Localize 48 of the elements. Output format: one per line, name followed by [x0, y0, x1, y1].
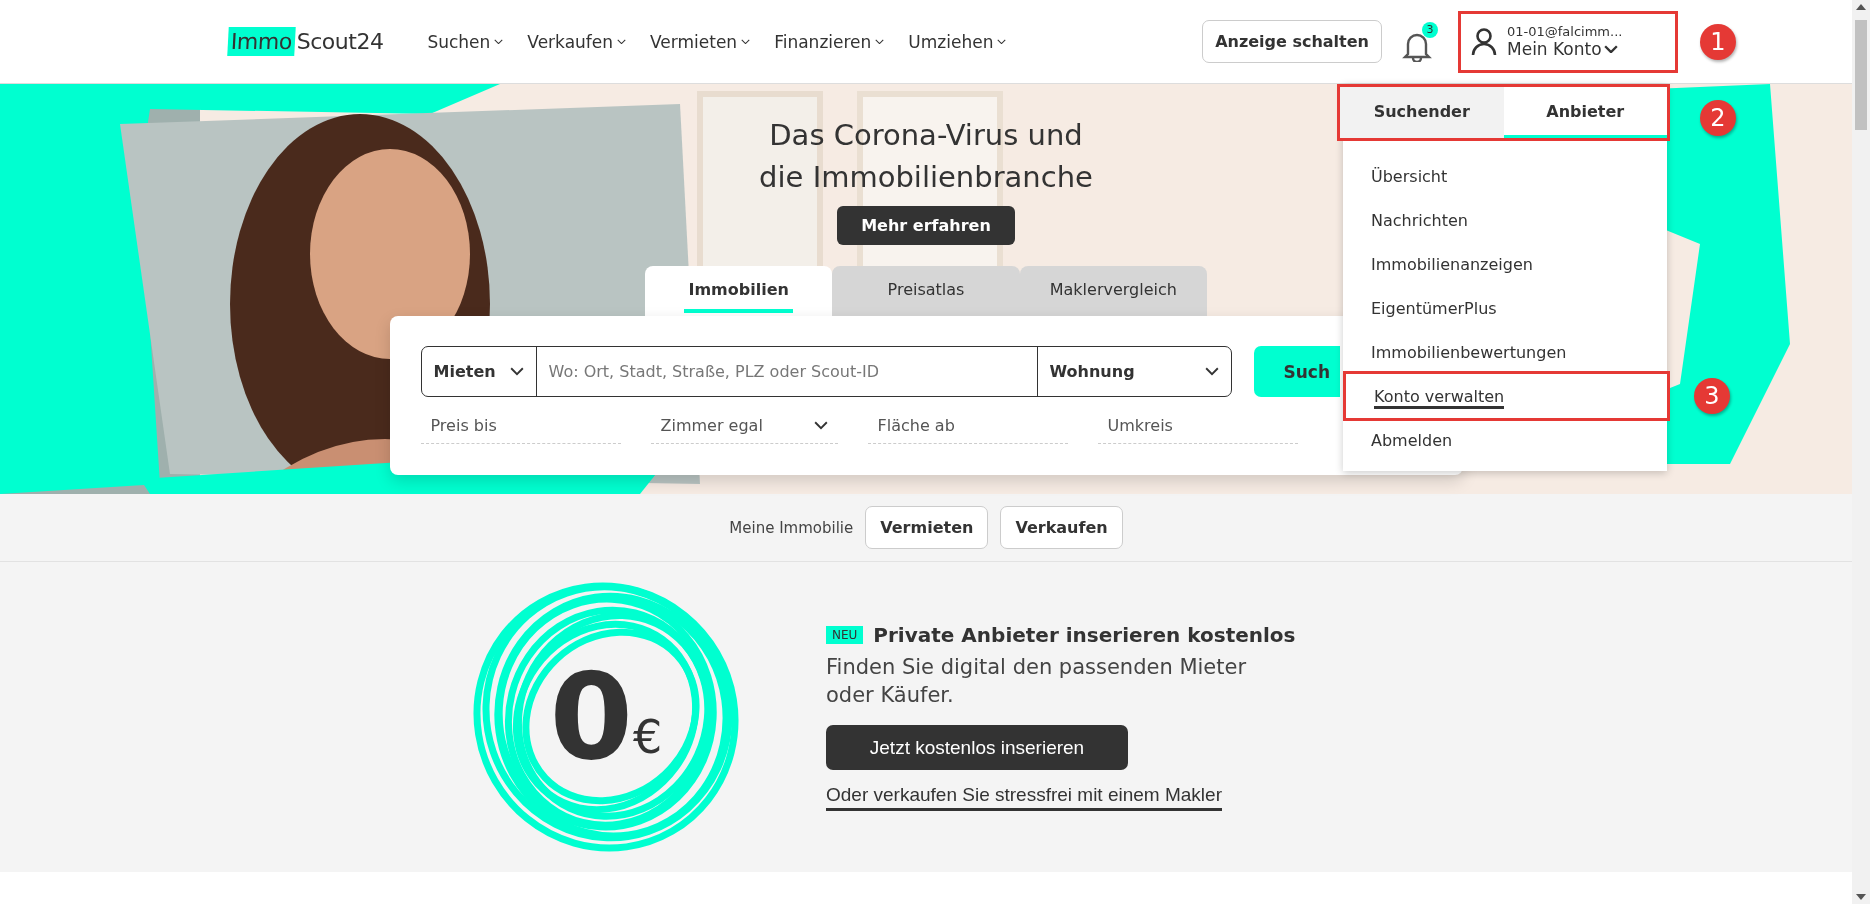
scrollbar-thumb[interactable] [1855, 20, 1867, 130]
nav-link[interactable]: Suchen [427, 31, 504, 52]
menu-item[interactable]: Konto verwalten [1346, 374, 1667, 418]
search-tab[interactable]: Preisatlas [832, 266, 1020, 316]
menu-item[interactable]: Abmelden [1343, 418, 1667, 462]
chevron-down-icon [1603, 44, 1618, 54]
menu-item[interactable]: Nachrichten [1343, 198, 1667, 242]
chevron-down-icon [813, 421, 828, 430]
menu-item[interactable]: EigentümerPlus [1343, 286, 1667, 330]
hero-title: Das Corona-Virus und die Immobilienbranche [759, 117, 1093, 196]
nav-link[interactable]: Umziehen [908, 31, 1007, 52]
menu-item[interactable]: Immobilienanzeigen [1343, 242, 1667, 286]
search-tab[interactable]: Immobilien [645, 266, 833, 316]
nav-link[interactable]: Finanzieren [774, 31, 885, 52]
chevron-down-icon [997, 38, 1007, 45]
chevron-down-icon [617, 38, 627, 45]
rooms-select[interactable]: Zimmer egal [650, 408, 838, 444]
search-button[interactable]: Such [1253, 346, 1340, 397]
menu-tab[interactable]: Suchender [1340, 87, 1504, 138]
menu-item[interactable]: Übersicht [1343, 154, 1667, 198]
scroll-down-icon[interactable] [1856, 894, 1866, 900]
logo[interactable]: Immo Scout24 [228, 27, 384, 56]
chevron-down-icon [509, 367, 524, 376]
chevron-down-icon [875, 38, 885, 45]
menu-item[interactable]: Immobilienbewertungen [1343, 330, 1667, 374]
promo-title: Private Anbieter inserieren kostenlos [873, 623, 1296, 647]
promo-text: Finden Sie digital den passenden Mieter oder Käufer. [826, 654, 1248, 709]
property-button[interactable]: Vermieten [865, 506, 989, 549]
user-icon [1471, 27, 1497, 56]
currency-sign: € [633, 710, 663, 764]
nav-link[interactable]: Verkaufen [527, 31, 627, 52]
scroll-up-icon[interactable] [1856, 4, 1866, 10]
property-button[interactable]: Verkaufen [1000, 506, 1123, 549]
chevron-down-icon [494, 38, 504, 45]
post-ad-button[interactable]: Anzeige schalten [1202, 20, 1382, 63]
notification-badge: 3 [1422, 21, 1438, 38]
nav-link[interactable]: Vermieten [650, 31, 751, 52]
search-field[interactable]: Mieten Wo: Ort, Stadt, Straße, PLZ oder Scout-ID Wohnung [420, 346, 1232, 397]
agent-link[interactable]: Oder verkaufen Sie stressfrei mit einem Makler [826, 784, 1222, 811]
menu-tab[interactable]: Anbieter [1503, 87, 1667, 138]
my-property-label: Meine Immobilie [729, 518, 854, 537]
search-tab[interactable]: Maklervergleich [1019, 266, 1207, 316]
learn-more-button[interactable]: Mehr erfahren [837, 206, 1015, 245]
new-badge: NEU [826, 626, 864, 644]
chevron-down-icon [1204, 367, 1219, 376]
list-free-button[interactable]: Jetzt kostenlos inserieren [826, 725, 1128, 770]
chevron-down-icon [741, 38, 751, 45]
price-amount: 0 [549, 657, 634, 777]
